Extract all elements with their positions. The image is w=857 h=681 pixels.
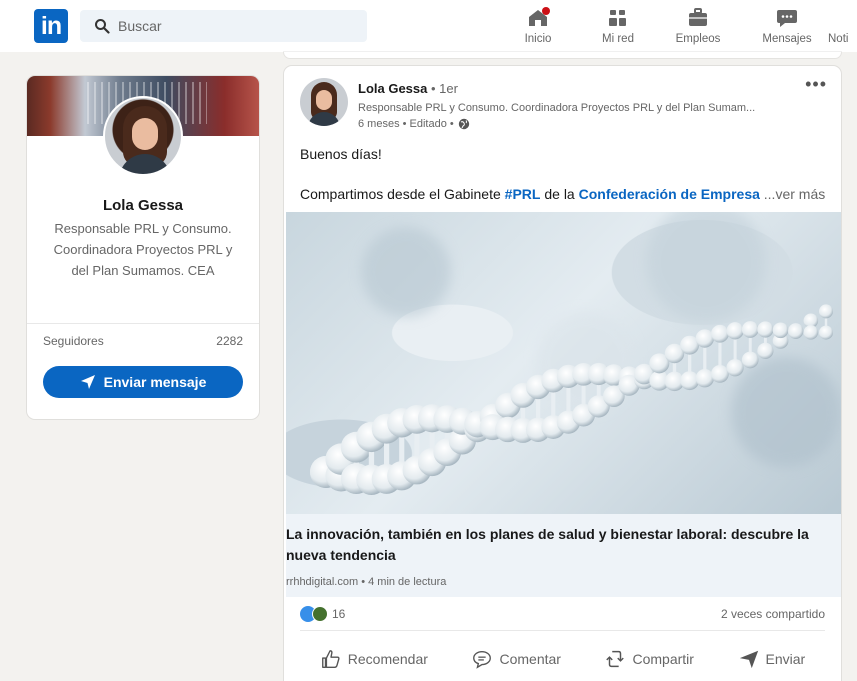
profile-card: Lola Gessa Responsable PRL y Consumo. Co… [27, 76, 259, 419]
post-text-prefix: Compartimos desde el Gabinete [300, 186, 505, 202]
nav-jobs[interactable]: Empleos [670, 0, 726, 52]
post-text-greeting: Buenos días! [300, 146, 382, 162]
post-text-body: Compartimos desde el Gabinete #PRL de la… [300, 186, 830, 202]
reactions-summary[interactable]: 16 [300, 606, 345, 622]
comment-button[interactable]: Comentar [461, 639, 570, 679]
messaging-icon [777, 10, 797, 27]
helix-bead [788, 323, 804, 339]
post-author-avatar[interactable] [300, 78, 348, 126]
like-icon [321, 650, 340, 668]
article-link-card[interactable]: La innovación, también en los planes de … [286, 514, 841, 597]
helix-bead [726, 359, 744, 377]
helix-bead [772, 322, 789, 339]
helix-bead [741, 321, 759, 338]
globe-icon [458, 118, 469, 130]
nav-notifications-label: Noti [828, 33, 849, 45]
share-button[interactable]: Compartir [594, 639, 703, 679]
article-title[interactable]: La innovación, también en los planes de … [286, 524, 826, 566]
helix-bead [757, 321, 774, 338]
helix-bead [757, 342, 774, 359]
see-more-link[interactable]: ...ver más [764, 186, 825, 202]
send-message-button[interactable]: Enviar mensaje [43, 366, 243, 398]
nav-home-label: Inicio [524, 33, 552, 45]
home-icon [529, 7, 550, 26]
organization-link[interactable]: Confederación de Empresa [579, 186, 760, 202]
post-author-name[interactable]: Lola Gessa [358, 81, 427, 96]
send-icon [739, 650, 758, 669]
linkedin-logo-icon[interactable]: in [34, 9, 68, 43]
send-message-label: Enviar mensaje [103, 374, 207, 390]
feed-post: Lola Gessa • 1er Responsable PRL y Consu… [284, 66, 841, 681]
profile-headline: Responsable PRL y Consumo. Coordinadora … [53, 221, 233, 278]
post-image-dna[interactable] [286, 212, 841, 514]
send-label: Enviar [765, 651, 806, 667]
shares-count[interactable]: 2 veces compartido [721, 607, 825, 621]
profile-name[interactable]: Lola Gessa [27, 197, 259, 214]
send-button[interactable]: Enviar [728, 639, 816, 679]
nav-jobs-label: Empleos [675, 33, 721, 45]
top-nav-bar: in Inicio Mi red Empleos [0, 0, 857, 52]
search-icon [95, 19, 110, 34]
nav-home[interactable]: Inicio [510, 0, 566, 52]
hashtag-link[interactable]: #PRL [505, 186, 541, 202]
nav-messaging-label: Mensajes [762, 33, 812, 45]
helix-bead [711, 324, 729, 343]
connection-degree: • 1er [427, 81, 458, 96]
divider [27, 323, 259, 324]
helix-bead [726, 322, 744, 340]
post-time-text: 6 meses • Editado • [358, 118, 454, 130]
followers-count: 2282 [216, 334, 243, 348]
helix-bead [819, 325, 833, 340]
helix-bead [819, 304, 833, 319]
like-label: Recomendar [347, 651, 428, 667]
more-options-icon[interactable]: ••• [805, 75, 827, 93]
briefcase-icon [689, 8, 707, 26]
post-timestamp: 6 meses • Editado • [358, 118, 470, 130]
comment-icon [473, 650, 492, 669]
post-text-mid: de la [540, 186, 579, 202]
feed-top-strip [284, 52, 841, 58]
search-box[interactable] [80, 10, 367, 42]
nav-notifications[interactable]: Noti [828, 0, 857, 52]
like-button[interactable]: Recomendar [310, 639, 438, 679]
helix-bead [695, 369, 714, 388]
celebrate-reaction-icon [312, 606, 328, 622]
article-meta: rrhhdigital.com • 4 min de lectura [286, 576, 447, 588]
send-icon [80, 375, 95, 389]
helix-bead [741, 351, 759, 369]
nav-network[interactable]: Mi red [590, 0, 646, 52]
post-actions: Recomendar Comentar Compartir Enviar [284, 639, 841, 679]
reaction-count[interactable]: 16 [332, 607, 345, 621]
helix-bead [803, 325, 819, 340]
search-input[interactable] [118, 10, 358, 42]
share-label: Compartir [632, 651, 694, 667]
dna-helix-illustration [310, 212, 841, 495]
nav-network-label: Mi red [602, 33, 634, 45]
profile-avatar[interactable] [103, 96, 183, 176]
helix-bead [711, 364, 729, 383]
post-author[interactable]: Lola Gessa • 1er [358, 81, 458, 96]
nav-messaging[interactable]: Mensajes [757, 0, 817, 52]
share-icon [606, 650, 625, 668]
followers-label: Seguidores [43, 334, 104, 348]
people-icon [609, 10, 626, 26]
divider [300, 630, 825, 631]
comment-label: Comentar [499, 651, 561, 667]
post-author-headline: Responsable PRL y Consumo. Coordinadora … [358, 102, 756, 114]
